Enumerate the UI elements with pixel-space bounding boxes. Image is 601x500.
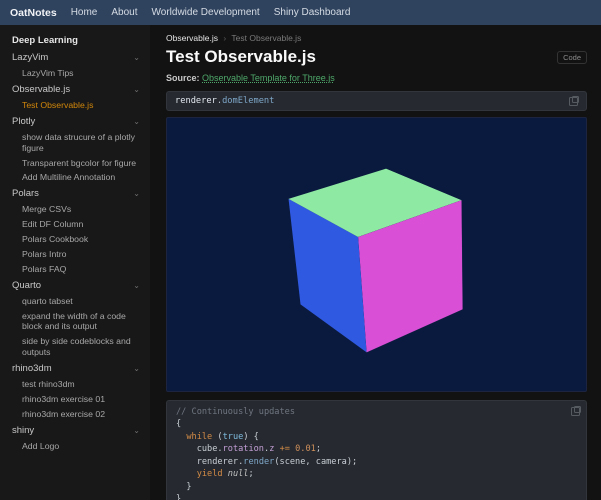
code-text: // Continuously updates { while (true) {… [167,401,586,500]
sidebar-item[interactable]: Add Multiline Annotation [10,170,150,185]
top-nav: OatNotes Home About Worldwide Developmen… [0,0,601,25]
cube-3d [321,183,425,327]
chevron-down-icon: ⌄ [133,426,140,435]
sidebar-item[interactable]: Polars FAQ [10,262,150,277]
nav-link-worldwide-development[interactable]: Worldwide Development [152,7,260,18]
chevron-down-icon: ⌄ [133,85,140,94]
sidebar-item[interactable]: rhino3dm exercise 02 [10,407,150,422]
copy-icon[interactable] [571,407,580,416]
chevron-down-icon: ⌄ [133,53,140,62]
source-line: Source: Observable Template for Three.js [166,73,587,83]
sidebar-item[interactable]: LazyVim Tips [10,66,150,81]
sidebar: Deep Learning LazyVim⌄LazyVim TipsObserv… [0,25,150,500]
sidebar-group-polars[interactable]: Polars⌄ [10,185,150,202]
token-identifier: renderer [175,96,217,106]
sidebar-item[interactable]: show data strucure of a plotly figure [10,130,150,156]
sidebar-item[interactable]: Merge CSVs [10,202,150,217]
chevron-down-icon: ⌄ [133,281,140,290]
copy-icon[interactable] [569,97,578,106]
sidebar-item[interactable]: Test Observable.js [10,98,150,113]
token-property: domElement [222,96,274,106]
sidebar-item[interactable]: Polars Cookbook [10,232,150,247]
nav-link-about[interactable]: About [111,7,137,18]
sidebar-group-shiny[interactable]: shiny⌄ [10,422,150,439]
brand-logo[interactable]: OatNotes [10,7,57,19]
sidebar-item[interactable]: rhino3dm exercise 01 [10,392,150,407]
sidebar-item[interactable]: Polars Intro [10,247,150,262]
sidebar-item[interactable]: Edit DF Column [10,217,150,232]
sidebar-item[interactable]: Add Logo [10,439,150,454]
chevron-down-icon: ⌄ [133,117,140,126]
breadcrumb-root[interactable]: Observable.js [166,33,218,43]
sidebar-group-plotly[interactable]: Plotly⌄ [10,113,150,130]
code-cell-loop: // Continuously updates { while (true) {… [166,400,587,500]
nav-link-home[interactable]: Home [71,7,98,18]
page-title: Test Observable.js [166,47,316,67]
sidebar-item[interactable]: test rhino3dm [10,377,150,392]
breadcrumb: Observable.js › Test Observable.js [166,33,587,43]
chevron-right-icon: › [223,33,226,43]
sidebar-group-observable-js[interactable]: Observable.js⌄ [10,81,150,98]
threejs-canvas[interactable] [166,117,587,392]
breadcrumb-current: Test Observable.js [231,33,301,43]
chevron-down-icon: ⌄ [133,364,140,373]
sidebar-group-rhino3dm[interactable]: rhino3dm⌄ [10,360,150,377]
chevron-down-icon: ⌄ [133,189,140,198]
sidebar-item[interactable]: quarto tabset [10,294,150,309]
source-link[interactable]: Observable Template for Three.js [202,73,335,83]
sidebar-heading: Deep Learning [12,35,150,46]
sidebar-item[interactable]: Transparent bgcolor for figure [10,156,150,171]
sidebar-group-quarto[interactable]: Quarto⌄ [10,277,150,294]
code-toggle-button[interactable]: Code [557,51,587,64]
sidebar-item[interactable]: side by side codeblocks and outputs [10,334,150,360]
sidebar-item[interactable]: expand the width of a code block and its… [10,309,150,335]
nav-link-shiny-dashboard[interactable]: Shiny Dashboard [274,7,351,18]
sidebar-group-lazyvim[interactable]: LazyVim⌄ [10,49,150,66]
main-content: Observable.js › Test Observable.js Test … [150,25,601,500]
code-cell-renderer: renderer.domElement [166,91,587,111]
